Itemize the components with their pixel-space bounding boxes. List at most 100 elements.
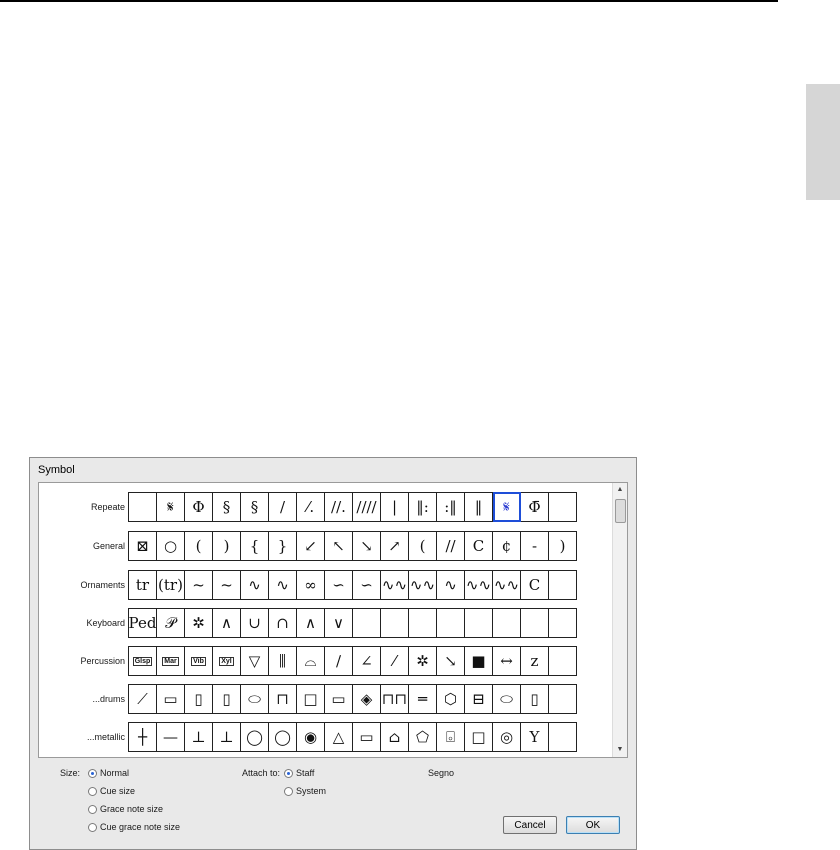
cancel-button[interactable]: Cancel [503,816,557,834]
symbol-cell[interactable]: ∿∿ [409,570,437,600]
symbol-cell[interactable]: ▯ [213,684,241,714]
symbol-cell[interactable]: 𝄋 [157,492,185,522]
symbol-cell[interactable]: Φ̄ [521,492,549,522]
symbol-cell[interactable] [549,608,577,638]
symbol-cell[interactable] [493,608,521,638]
symbol-cell[interactable]: ▭ [353,722,381,752]
symbol-cell[interactable]: ↙ [297,531,325,561]
symbol-cell[interactable]: ( [409,531,437,561]
symbol-cell[interactable] [409,608,437,638]
symbol-cell[interactable] [549,722,577,752]
symbol-cell[interactable]: ┼ [129,722,157,752]
symbol-cell[interactable] [549,492,577,522]
symbol-cell[interactable]: ◎ [493,722,521,752]
symbol-cell[interactable]: //// [353,492,381,522]
symbol-cell[interactable]: ⬭ [241,684,269,714]
symbol-cell[interactable]: tr [129,570,157,600]
symbol-cell[interactable]: △ [325,722,353,752]
size-cue-grace-label[interactable]: Cue grace note size [100,822,180,832]
symbol-cell[interactable]: ⬡ [437,684,465,714]
attach-system-label[interactable]: System [296,786,326,796]
symbol-cell[interactable]: (tr) [157,570,185,600]
symbol-cell[interactable]: ∽ [325,570,353,600]
symbol-cell[interactable]: ∞ [297,570,325,600]
symbol-cell[interactable]: ■ [465,646,493,676]
symbol-cell[interactable]: ▭ [157,684,185,714]
symbol-cell[interactable]: § [241,492,269,522]
symbol-cell[interactable]: / [269,492,297,522]
symbol-cell[interactable]: Mar [157,646,185,676]
symbol-cell[interactable]: ▭ [325,684,353,714]
symbol-cell[interactable]: ⊥ [185,722,213,752]
symbol-cell[interactable]: ⊥ [213,722,241,752]
symbol-cell[interactable]: ⁄. [297,492,325,522]
scroll-down-arrow-icon[interactable]: ▼ [613,743,627,757]
symbol-cell[interactable]: Glsp [129,646,157,676]
scroll-thumb[interactable] [615,499,626,523]
symbol-cell[interactable]: :‖ [437,492,465,522]
symbol-cell[interactable]: ∧ [213,608,241,638]
attach-system-radio[interactable] [284,787,293,796]
symbol-cell[interactable]: 𝄋 [493,492,521,522]
symbol-cell[interactable]: ▽ [241,646,269,676]
symbol-cell[interactable]: ○ [157,531,185,561]
symbol-cell[interactable] [549,646,577,676]
symbol-cell[interactable]: ⊓⊓ [381,684,409,714]
size-cue-grace-radio[interactable] [88,823,97,832]
symbol-cell[interactable]: ∩ [269,608,297,638]
symbol-cell[interactable]: ∽ [353,570,381,600]
symbol-cell[interactable]: C [465,531,493,561]
symbol-cell[interactable]: ) [549,531,577,561]
symbol-cell[interactable] [129,492,157,522]
symbol-cell[interactable]: ⁄ [381,646,409,676]
size-cue-radio[interactable] [88,787,97,796]
symbol-cell[interactable]: ∨ [325,608,353,638]
symbol-cell[interactable]: ⫼ [269,646,297,676]
symbol-cell[interactable]: ⊓ [269,684,297,714]
symbol-cell[interactable] [549,684,577,714]
symbol-cell[interactable]: ↘ [437,646,465,676]
attach-staff-label[interactable]: Staff [296,768,314,778]
symbol-cell[interactable]: ▯ [521,684,549,714]
symbol-cell[interactable]: ═ [409,684,437,714]
symbol-cell[interactable]: — [157,722,185,752]
symbol-cell[interactable]: ⟋ [129,684,157,714]
symbol-cell[interactable]: ~ [213,570,241,600]
symbol-cell[interactable] [353,608,381,638]
symbol-cell[interactable] [465,608,493,638]
symbol-cell[interactable]: Xyl [213,646,241,676]
symbol-cell[interactable]: ∠ [353,646,381,676]
symbol-cell[interactable] [521,608,549,638]
size-grace-radio[interactable] [88,805,97,814]
symbol-cell[interactable]: Φ [185,492,213,522]
symbol-cell[interactable]: ∿∿ [493,570,521,600]
symbol-cell[interactable]: ↖ [325,531,353,561]
symbol-cell[interactable]: //. [325,492,353,522]
symbol-cell[interactable]: ) [213,531,241,561]
symbol-cell[interactable]: □ [297,684,325,714]
symbol-cell[interactable]: ⌻ [437,722,465,752]
symbol-cell[interactable]: Y [521,722,549,752]
symbol-cell[interactable]: ◯ [269,722,297,752]
symbol-cell[interactable]: ✲ [185,608,213,638]
symbol-cell[interactable]: ↔ [493,646,521,676]
size-cue-label[interactable]: Cue size [100,786,135,796]
symbol-cell[interactable]: ‖: [409,492,437,522]
symbol-cell[interactable]: ↘ [353,531,381,561]
symbol-cell[interactable]: ⬠ [409,722,437,752]
symbol-cell[interactable]: ◈ [353,684,381,714]
symbol-cell[interactable]: ∿∿ [381,570,409,600]
symbol-cell[interactable]: ~ [185,570,213,600]
symbol-cell[interactable]: { [241,531,269,561]
symbol-cell[interactable]: ⊠ [129,531,157,561]
symbol-cell[interactable]: } [269,531,297,561]
symbol-cell[interactable]: - [521,531,549,561]
symbol-cell[interactable]: ▯ [185,684,213,714]
symbol-cell[interactable]: ↗ [381,531,409,561]
symbol-cell[interactable]: ∿ [241,570,269,600]
size-normal-radio[interactable] [88,769,97,778]
symbol-cell[interactable]: ⬭ [493,684,521,714]
symbol-cell[interactable]: ✲ [409,646,437,676]
symbol-cell[interactable]: ⌓ [297,646,325,676]
symbol-cell[interactable]: ∕ [325,646,353,676]
